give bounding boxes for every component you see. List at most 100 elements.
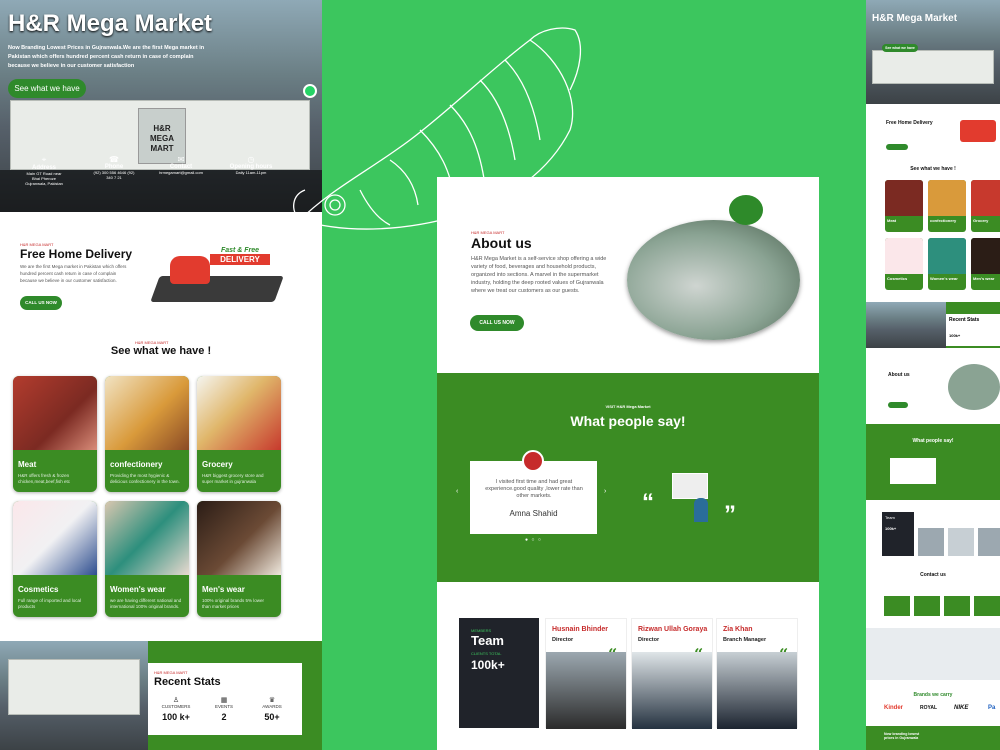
mobile-brand-nike: NIKE — [954, 705, 969, 711]
phone-icon: ☎ — [109, 155, 119, 164]
info-address-value: Main GT Road near Bhai Pheroze Gujranwal… — [25, 171, 63, 186]
cosmetics-image — [13, 501, 97, 575]
clock-icon: ◷ — [247, 155, 255, 164]
stats-photo — [0, 641, 148, 750]
product-card-cosmetics[interactable]: Cosmetics Full range of imported and loc… — [13, 501, 97, 617]
stat-label: EVENTS — [214, 704, 233, 709]
info-contact-value: hrmegamart@gmail.com — [159, 170, 203, 175]
member-role: Branch Manager — [723, 637, 767, 643]
mobile-contact-tiles — [884, 596, 1000, 616]
mobile-brand-pa: Pa — [988, 705, 996, 711]
mail-icon: ✉ — [177, 155, 185, 164]
team-member-card[interactable]: Husnain Bhinder Director “ — [545, 618, 627, 729]
member-name: Zia Khan — [723, 626, 753, 633]
stats-title: Recent Stats — [154, 676, 221, 688]
delivery-badge: Fast & Free DELIVERY — [210, 247, 270, 265]
see-what-we-have-button[interactable]: See what we have — [8, 79, 86, 98]
cake-image — [105, 376, 189, 450]
mobile-delivery-badge — [960, 120, 996, 142]
product-card-mens-wear[interactable]: Men's wear 100% original brands 5% lower… — [197, 501, 281, 617]
mobile-brands-title: Brands we carry — [913, 692, 953, 698]
call-us-now-button[interactable]: CALL US NOW — [20, 296, 62, 310]
mens-wear-image — [197, 501, 281, 575]
mobile-about-button[interactable] — [888, 402, 908, 408]
next-arrow-icon[interactable]: › — [604, 488, 606, 495]
product-title: Women's wear — [110, 585, 166, 594]
product-title: Grocery — [202, 460, 233, 469]
stat-awards: ♛ AWARDS 50+ — [252, 696, 292, 722]
stat-label: CUSTOMERS — [161, 704, 191, 709]
stats-card: H&R MEGA MART Recent Stats ♙ CUSTOMERS 1… — [148, 663, 302, 735]
team-count: 100k+ — [471, 658, 505, 672]
about-call-us-button[interactable]: CALL US NOW — [470, 315, 524, 331]
store-sign: H&R MEGA MART — [150, 124, 174, 153]
member-photo — [632, 652, 712, 729]
about-text: H&R Mega Market is a self-service shop o… — [471, 256, 607, 294]
mobile-card-label: Meat — [887, 218, 897, 223]
stat-events: ▦ EVENTS 2 — [204, 696, 244, 722]
team-member-card[interactable]: Zia Khan Branch Manager “ — [716, 618, 798, 729]
prev-arrow-icon[interactable]: ‹ — [456, 488, 458, 495]
delivery-title: Free Home Delivery — [20, 247, 133, 261]
mobile-stats-value: 100k+ — [949, 333, 961, 338]
testimonials-title: What people say! — [570, 413, 686, 429]
about-title: About us — [471, 235, 532, 251]
product-desc: Providing the most hygienic & delicious … — [110, 473, 180, 484]
mobile-products-title: See what we have ! — [910, 166, 956, 172]
womens-wear-image — [105, 501, 189, 575]
info-hours-value: Daily 11am-11pm — [235, 170, 267, 175]
testimonials-section: VISIT H&R Mega Market What people say! ‹… — [437, 373, 819, 582]
carousel-dots[interactable]: ● ○ ○ — [525, 537, 542, 543]
product-title: Meat — [18, 460, 37, 469]
mobile-card-cosmetics[interactable]: Cosmetics — [885, 238, 923, 290]
team-label-clients: CLIENTS TOTAL — [471, 651, 502, 656]
product-card-confectionery[interactable]: confectionery Providing the most hygieni… — [105, 376, 189, 492]
testimonials-kicker: VISIT H&R Mega Market — [605, 404, 651, 409]
testimonial-quote: I visited first time and had great exper… — [485, 479, 583, 499]
product-desc: we are having different national and int… — [110, 598, 182, 609]
mobile-team: Team 100k+ — [882, 512, 1000, 556]
member-role: Director — [552, 637, 574, 643]
mobile-card-label: Women's wear — [930, 276, 958, 281]
mobile-card-label: Cosmetics — [887, 276, 908, 281]
mobile-map[interactable] — [866, 628, 1000, 680]
mobile-card-meat[interactable]: Meat — [885, 180, 923, 232]
delivery-section: H&R MEGA MART Free Home Delivery We are … — [0, 212, 322, 332]
stat-value: 50+ — [264, 712, 280, 722]
grocery-image — [197, 376, 281, 450]
about-section: H&R MEGA MART About us H&R Mega Market i… — [437, 177, 819, 373]
product-card-meat[interactable]: Meat H&R offers fresh & frozen chicken,m… — [13, 376, 97, 492]
stats-kicker: H&R MEGA MART — [154, 670, 188, 675]
team-title: Team — [471, 633, 504, 648]
team-member-card[interactable]: Rizwan Ullah Goraya Director “ — [631, 618, 713, 729]
product-desc: H&R biggest grocery store and super mark… — [202, 473, 264, 484]
mobile-card-label: Grocery — [973, 218, 989, 223]
mobile-card-label: Men's wear — [973, 276, 995, 281]
mobile-cta-button[interactable]: See what we have — [882, 44, 918, 52]
stat-value: 2 — [221, 712, 227, 722]
member-name: Rizwan Ullah Goraya — [638, 626, 708, 633]
mobile-card-confectionery[interactable]: confectionery — [928, 180, 966, 232]
info-phone-value: (92) 300 556 4646 (92) 340 7 21 — [93, 170, 135, 180]
user-icon: ♙ — [172, 697, 180, 704]
mobile-call-button[interactable] — [886, 144, 908, 150]
product-card-grocery[interactable]: Grocery H&R biggest grocery store and su… — [197, 376, 281, 492]
mobile-card-grocery[interactable]: Grocery — [971, 180, 1000, 232]
delivery-text: We are the first Mega market in Pakistan… — [20, 264, 127, 283]
mobile-card-womens-wear[interactable]: Women's wear — [928, 238, 966, 290]
product-card-womens-wear[interactable]: Women's wear we are having different nat… — [105, 501, 189, 617]
hero-title: H&R Mega Market — [8, 10, 213, 37]
product-desc: 100% original brands 5% lower than marke… — [202, 598, 265, 609]
stat-value: 100 k+ — [162, 712, 190, 722]
testimonial-illustration: “ ” — [642, 463, 762, 543]
mobile-footer-text: Now branding lowest prices in Gujranwala — [884, 732, 920, 740]
stats-section: H&R MEGA MART Recent Stats ♙ CUSTOMERS 1… — [0, 641, 322, 750]
hero-section: H&R Mega Market Now Branding Lowest Pric… — [0, 0, 322, 212]
mobile-card-mens-wear[interactable]: Men's wear — [971, 238, 1000, 290]
trophy-icon: ♛ — [268, 697, 276, 704]
mobile-title: H&R Mega Market — [872, 13, 958, 24]
member-photo — [717, 652, 797, 729]
member-photo — [546, 652, 626, 729]
mobile-team-count: 100k+ — [885, 526, 897, 531]
mobile-brand-kinder: Kinder — [884, 705, 904, 711]
